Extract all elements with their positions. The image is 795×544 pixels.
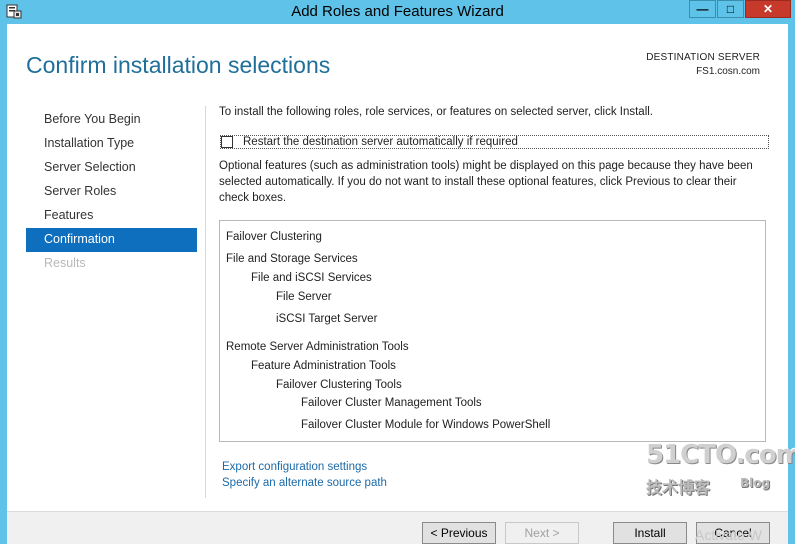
- nav-divider: [205, 106, 206, 498]
- window-title: Add Roles and Features Wizard: [291, 3, 504, 20]
- list-item: Feature Administration Tools: [251, 360, 396, 372]
- wizard-steps-nav: Before You Begin Installation Type Serve…: [26, 108, 197, 276]
- nav-item-features[interactable]: Features: [26, 204, 197, 228]
- minimize-button[interactable]: —: [689, 0, 716, 18]
- destination-server-name: FS1.cosn.com: [696, 66, 760, 77]
- page-title: Confirm installation selections: [26, 52, 331, 78]
- optional-features-text: Optional features (such as administratio…: [219, 160, 753, 204]
- list-item: Failover Clustering: [226, 231, 322, 243]
- watermark-subtitle: 技术博客: [646, 478, 711, 497]
- previous-button[interactable]: < Previous: [422, 522, 496, 544]
- title-bar: Add Roles and Features Wizard — □ ✕: [0, 0, 795, 24]
- activate-windows-watermark: Activate W: [695, 527, 762, 543]
- list-item: Failover Clustering Tools: [276, 379, 402, 391]
- close-button[interactable]: ✕: [745, 0, 791, 18]
- nav-item-results: Results: [44, 256, 86, 270]
- nav-item-server-selection[interactable]: Server Selection: [26, 156, 197, 180]
- next-button[interactable]: Next >: [505, 522, 579, 544]
- install-button[interactable]: Install: [613, 522, 687, 544]
- list-item: Failover Cluster Module for Windows Powe…: [301, 419, 551, 431]
- nav-item-installation-type[interactable]: Installation Type: [26, 132, 197, 156]
- destination-server-label: DESTINATION SERVER: [646, 52, 760, 63]
- restart-option[interactable]: Restart the destination server automatic…: [220, 135, 769, 149]
- maximize-button[interactable]: □: [717, 0, 744, 18]
- list-item: iSCSI Target Server: [276, 313, 378, 325]
- list-item: File and iSCSI Services: [251, 272, 372, 284]
- list-item: File and Storage Services: [226, 253, 358, 265]
- selections-list[interactable]: Failover Clustering File and Storage Ser…: [219, 220, 766, 442]
- alternate-source-link[interactable]: Specify an alternate source path: [222, 477, 387, 489]
- watermark-logo-text: 51CTO.com: [646, 440, 795, 470]
- intro-text: To install the following roles, role ser…: [219, 106, 653, 118]
- list-item: Failover Cluster Management Tools: [301, 397, 482, 409]
- restart-checkbox[interactable]: [221, 136, 233, 148]
- nav-item-before-you-begin[interactable]: Before You Begin: [26, 108, 197, 132]
- nav-item-confirmation[interactable]: Confirmation: [26, 228, 197, 252]
- site-watermark: 51CTO.com 技术博客 Blog: [640, 440, 795, 520]
- export-configuration-link[interactable]: Export configuration settings: [222, 461, 367, 473]
- list-item: Remote Server Administration Tools: [226, 341, 409, 353]
- watermark-blog: Blog: [740, 476, 771, 490]
- list-item: File Server: [276, 291, 332, 303]
- restart-checkbox-label[interactable]: Restart the destination server automatic…: [243, 136, 518, 148]
- nav-item-server-roles[interactable]: Server Roles: [26, 180, 197, 204]
